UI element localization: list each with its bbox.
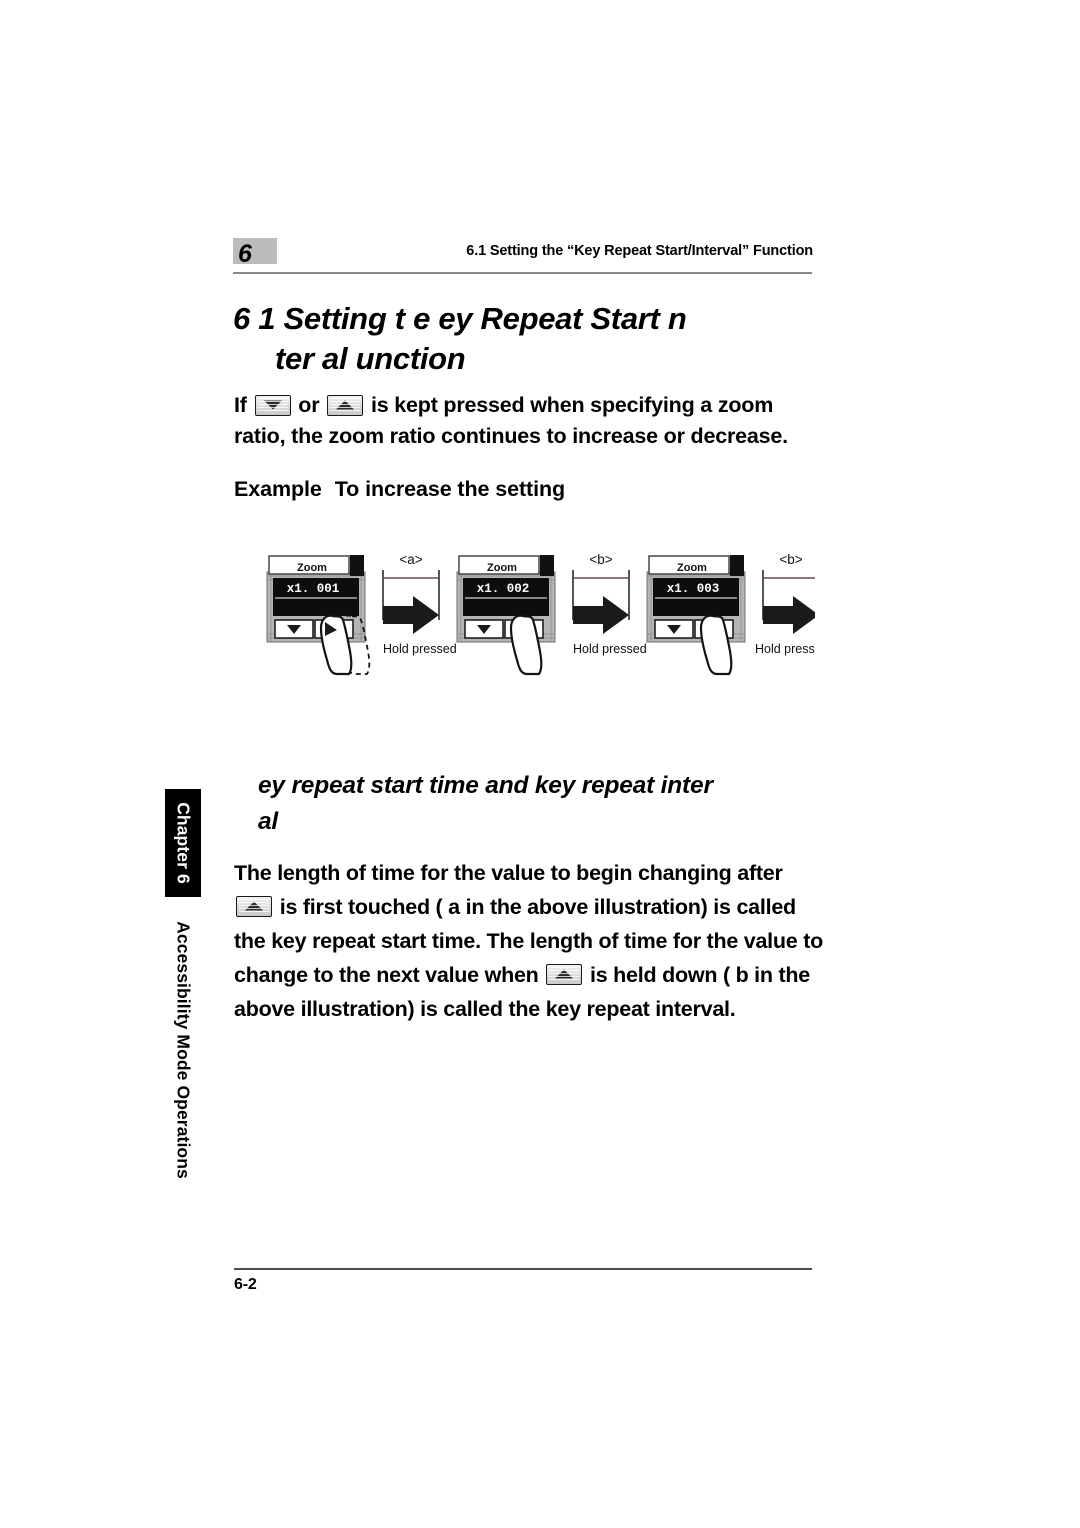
footer-page-number: 6-2: [234, 1276, 257, 1293]
lcd-title-3: Zoom: [677, 562, 707, 574]
hold-pressed-label-2: Hold pressed: [573, 642, 647, 656]
lcd-value-3: x1. 003: [667, 582, 720, 596]
example-line: Example To increase the setting: [234, 477, 565, 502]
section-title: 6 1 Setting t e ey Repeat Start n ter al…: [233, 299, 823, 379]
hold-pressed-label-3: Hold pressed: [755, 642, 815, 656]
footer-divider-rule: [234, 1268, 812, 1270]
bracket-arrow-b1: <b>: [572, 552, 630, 635]
bracket-label-b2: <b>: [779, 552, 802, 567]
chapter-number-text: 6: [238, 240, 252, 268]
illustration-step-2: Zoom x1. 002 <b> Hold pressed: [456, 552, 647, 676]
bracket-label-a: <a>: [399, 552, 422, 567]
intro-text-between: or: [292, 392, 326, 417]
section-title-line-1: 6 1 Setting t e ey Repeat Start n: [233, 300, 687, 336]
sub-heading-line-1: ey repeat start time and key repeat inte…: [258, 772, 713, 800]
key-down-arrow-icon: [254, 394, 291, 416]
lcd-value-2: x1. 002: [477, 582, 530, 596]
example-label: Example: [234, 477, 322, 501]
key-up-arrow-icon: [236, 895, 272, 917]
bracket-label-b1: <b>: [589, 552, 612, 567]
illustration-step-1: Zoom x1. 001 <a> Hold pressed: [266, 552, 457, 676]
side-tab-chapter: Chapter 6: [165, 789, 201, 897]
sub-heading-line-2: al: [258, 808, 279, 836]
lcd-title-2: Zoom: [487, 562, 517, 574]
intro-text-before: If: [234, 392, 253, 417]
sub-heading: ey repeat start time and key repeat inte…: [258, 768, 823, 840]
page-header: 6 6.1 Setting the “Key Repeat Start/Inte…: [233, 238, 813, 274]
illustration-svg: Zoom x1. 001 <a> Hold pressed Zoom x1. 0…: [266, 552, 854, 676]
lcd-value-1: x1. 001: [287, 582, 340, 596]
example-text: To increase the setting: [334, 477, 566, 501]
side-chapter-name-label: Accessibility Mode Operations: [173, 921, 194, 1179]
lcd-title-1: Zoom: [297, 562, 327, 574]
section-title-line-2: ter al unction: [275, 340, 466, 376]
key-up-arrow-icon: [327, 394, 364, 416]
bracket-arrow-a: <a>: [382, 552, 440, 635]
side-tab-label: Chapter 6: [173, 802, 194, 884]
key-up-arrow-icon: [546, 963, 583, 985]
intro-paragraph: If or is kept pressed when specifying a …: [234, 390, 819, 452]
bracket-arrow-b2: <b>: [762, 552, 820, 635]
hold-pressed-label-1: Hold pressed: [383, 642, 457, 656]
illustration-step-3: Zoom x1. 003 <b> Hold pressed: [646, 552, 829, 676]
body-paragraph: The length of time for the value to begi…: [234, 856, 824, 1026]
key-repeat-illustration: Zoom x1. 001 <a> Hold pressed Zoom x1. 0…: [255, 540, 854, 700]
header-divider-rule: [233, 272, 812, 274]
running-header-title: 6.1 Setting the “Key Repeat Start/Interv…: [466, 243, 813, 259]
body-text-part-1: The length of time for the value to begi…: [234, 860, 783, 885]
side-chapter-name: Accessibility Mode Operations: [163, 920, 203, 1180]
